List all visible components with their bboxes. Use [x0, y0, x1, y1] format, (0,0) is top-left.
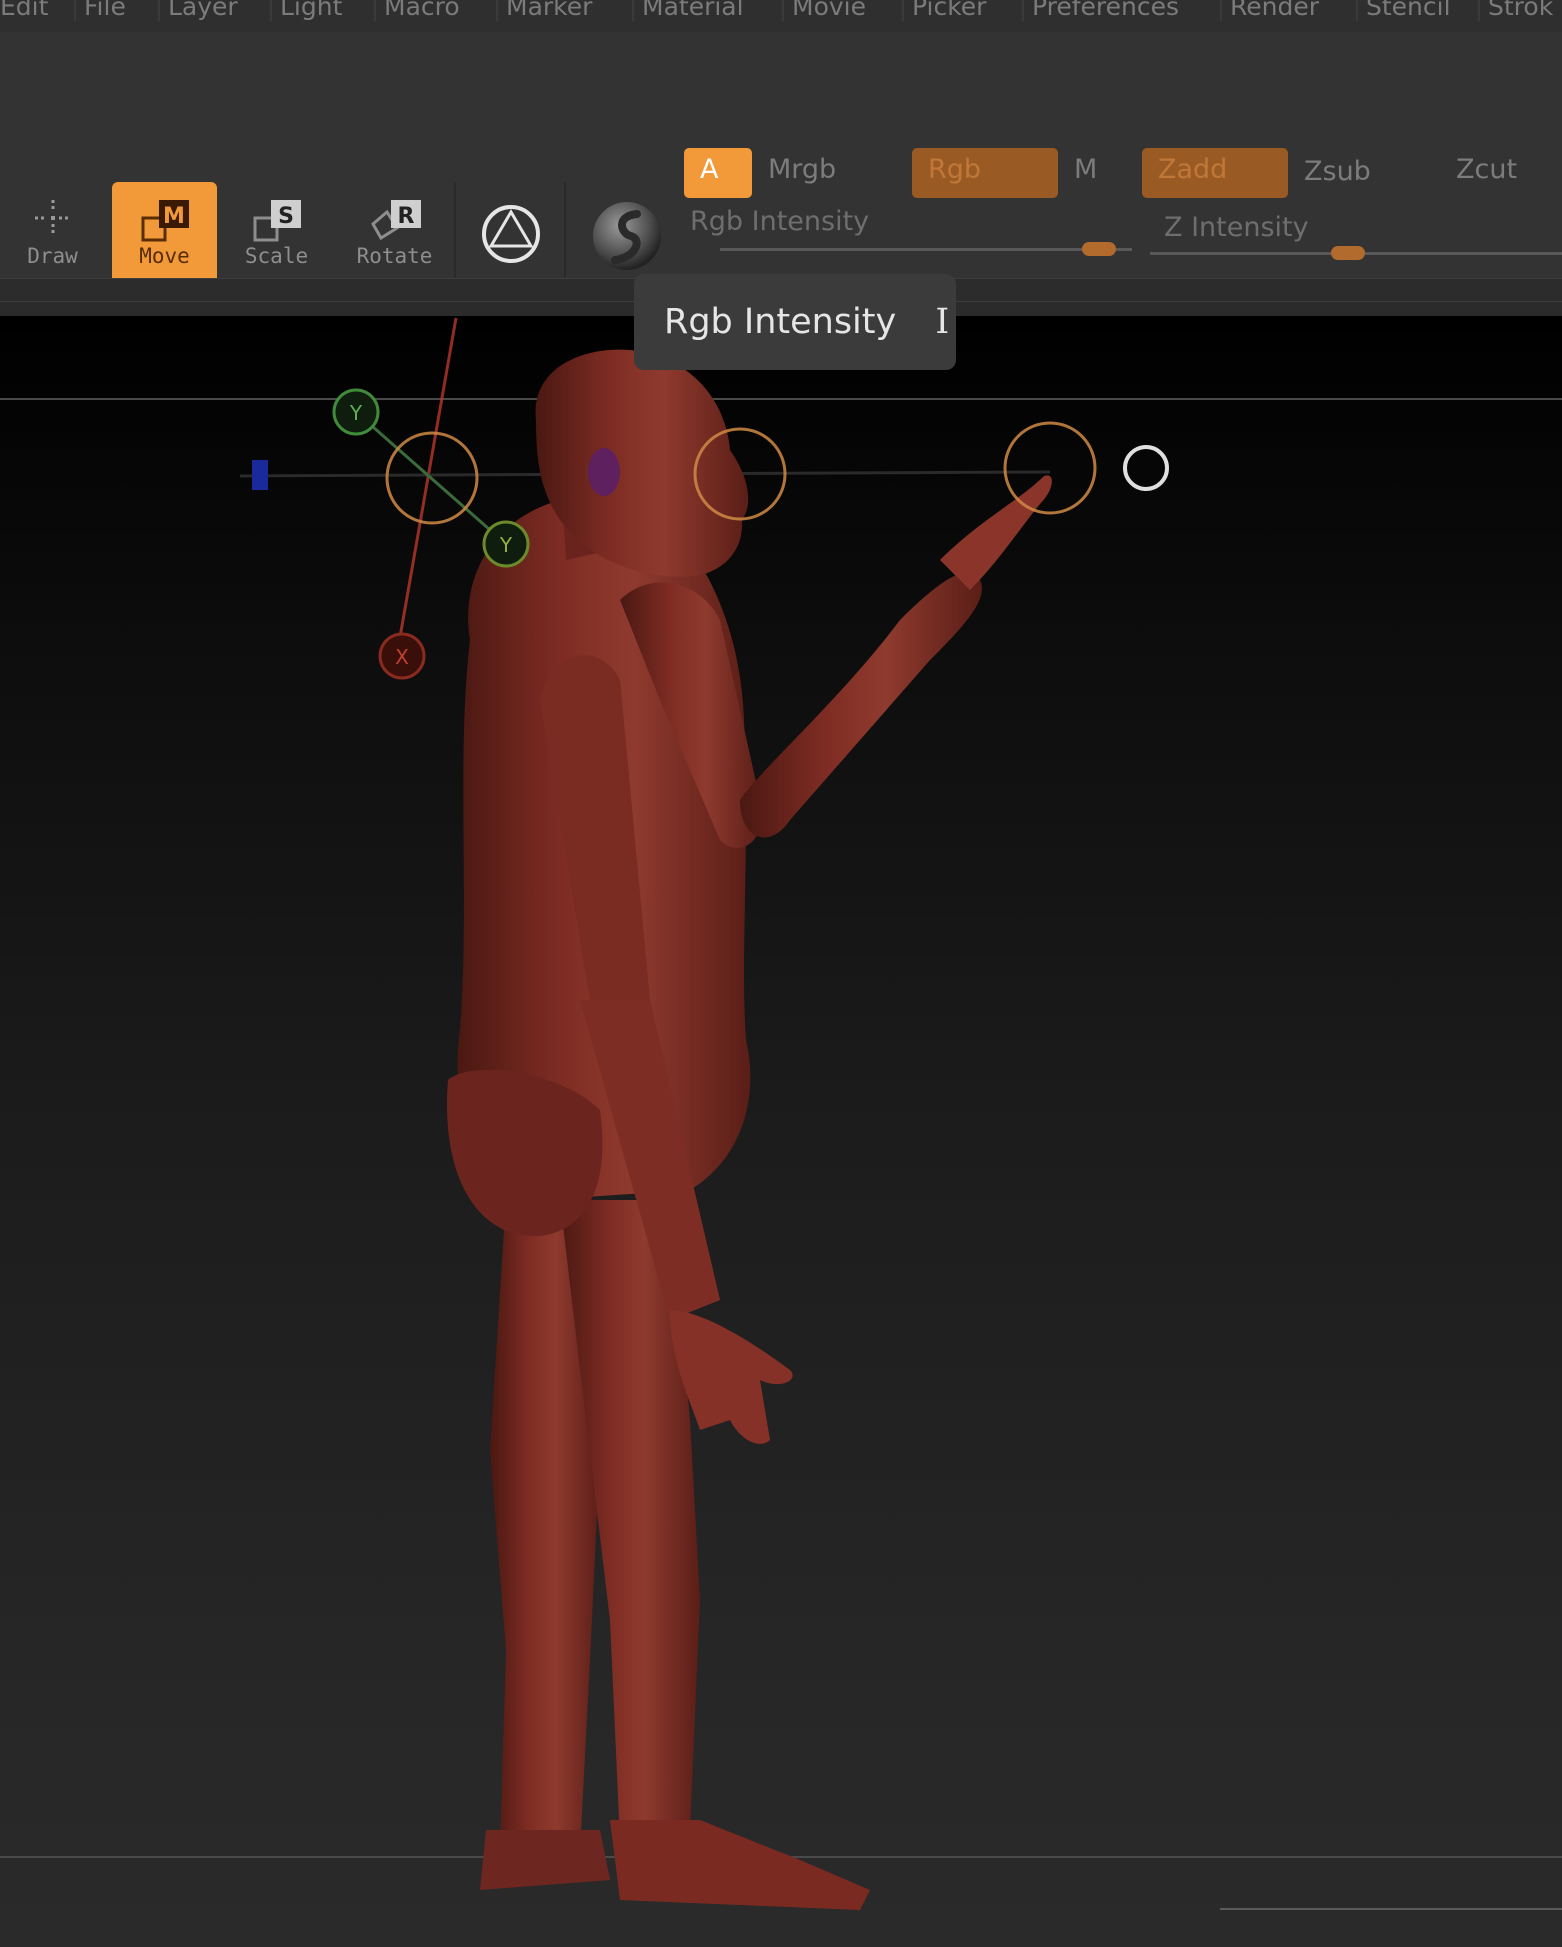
- brush-cursor-circle: [1123, 445, 1169, 491]
- zcut-button[interactable]: Zcut: [1440, 148, 1560, 198]
- menu-movie[interactable]: Movie: [782, 0, 874, 21]
- model-forearm-raised: [740, 572, 982, 838]
- move-icon: M: [139, 198, 191, 249]
- menu-preferences[interactable]: Preferences: [1022, 0, 1187, 21]
- tooltip: Rgb Intensity I: [634, 274, 956, 370]
- gizmo-3d-icon: [479, 202, 543, 271]
- tooltip-text: Rgb Intensity: [664, 302, 897, 342]
- transpose-end-ring[interactable]: [1003, 421, 1097, 515]
- mrgb-button[interactable]: Mrgb: [752, 148, 872, 198]
- draw-label: Draw: [27, 244, 78, 268]
- menu-stencil[interactable]: Stencil: [1356, 0, 1459, 21]
- rotate-key-label: R: [397, 204, 414, 229]
- menu-file[interactable]: File: [74, 0, 134, 21]
- tooltip-hotkey: I: [935, 302, 950, 342]
- z-intensity-slider-handle[interactable]: [1330, 246, 1365, 260]
- menu-macro[interactable]: Macro: [374, 0, 468, 21]
- gizmo-y-label: Y: [349, 401, 363, 425]
- rgb-intensity-label: Rgb Intensity: [690, 206, 870, 237]
- model-back-foot: [480, 1830, 610, 1890]
- menu-light[interactable]: Light: [270, 0, 350, 21]
- zsub-button[interactable]: Zsub: [1288, 150, 1408, 200]
- gizmo-x-marker[interactable]: X: [378, 632, 426, 680]
- rgb-intensity-slider[interactable]: [720, 248, 1132, 251]
- z-intensity-label: Z Intensity: [1164, 212, 1309, 243]
- gizmo-x-label: X: [395, 645, 409, 669]
- sculpt-model[interactable]: Y Y X: [0, 316, 1562, 1947]
- menu-material[interactable]: Material: [632, 0, 752, 21]
- a-toggle-button[interactable]: A: [684, 148, 752, 198]
- rotate-icon: R: [367, 198, 423, 249]
- model-ear-mask: [588, 448, 620, 496]
- zadd-button[interactable]: Zadd: [1142, 148, 1288, 198]
- m-button[interactable]: M: [1058, 148, 1118, 198]
- rotate-label: Rotate: [356, 244, 433, 268]
- rgb-intensity-slider-handle[interactable]: [1082, 242, 1117, 256]
- rgb-button[interactable]: Rgb: [912, 148, 1058, 198]
- scale-key-label: S: [278, 204, 294, 229]
- move-label: Move: [139, 244, 190, 268]
- scale-button[interactable]: S Scale: [224, 182, 329, 288]
- gizmo-y-marker-top[interactable]: Y: [332, 388, 380, 436]
- material-sphere-icon: [591, 200, 663, 277]
- scale-icon: S: [251, 198, 303, 249]
- menu-marker[interactable]: Marker: [496, 0, 600, 21]
- rotate-button[interactable]: R Rotate: [342, 182, 447, 288]
- material-sphere-button[interactable]: [574, 182, 679, 288]
- draw-button[interactable]: Draw: [0, 182, 105, 288]
- draw-crosshair-icon: [33, 198, 73, 243]
- move-key-label: M: [163, 204, 185, 229]
- gizmo-y-label: Y: [499, 533, 513, 557]
- toolbar: Draw M Move S Scale R Rotate A Mrgb Rgb …: [0, 32, 1562, 288]
- transpose-z-handle[interactable]: [252, 460, 268, 490]
- model-hip: [446, 1070, 603, 1237]
- transpose-x-axis: [394, 317, 458, 661]
- gizmo-toggle-button[interactable]: [458, 182, 563, 288]
- menu-layer[interactable]: Layer: [158, 0, 246, 21]
- move-button[interactable]: M Move: [112, 182, 217, 288]
- menu-bar: Edit File Layer Light Macro Marker Mater…: [0, 0, 1562, 33]
- model-raised-hand: [940, 475, 1052, 590]
- menu-picker[interactable]: Picker: [902, 0, 994, 21]
- menu-edit[interactable]: Edit: [0, 0, 56, 21]
- scale-label: Scale: [244, 244, 309, 268]
- menu-stroke[interactable]: Strok: [1478, 0, 1561, 21]
- gizmo-y-marker-bottom[interactable]: Y: [482, 520, 530, 568]
- toolbar-divider: [454, 182, 456, 288]
- menu-render[interactable]: Render: [1220, 0, 1327, 21]
- toolbar-divider: [564, 182, 566, 288]
- model-front-foot: [610, 1820, 870, 1910]
- viewport-canvas[interactable]: Y Y X: [0, 316, 1562, 1947]
